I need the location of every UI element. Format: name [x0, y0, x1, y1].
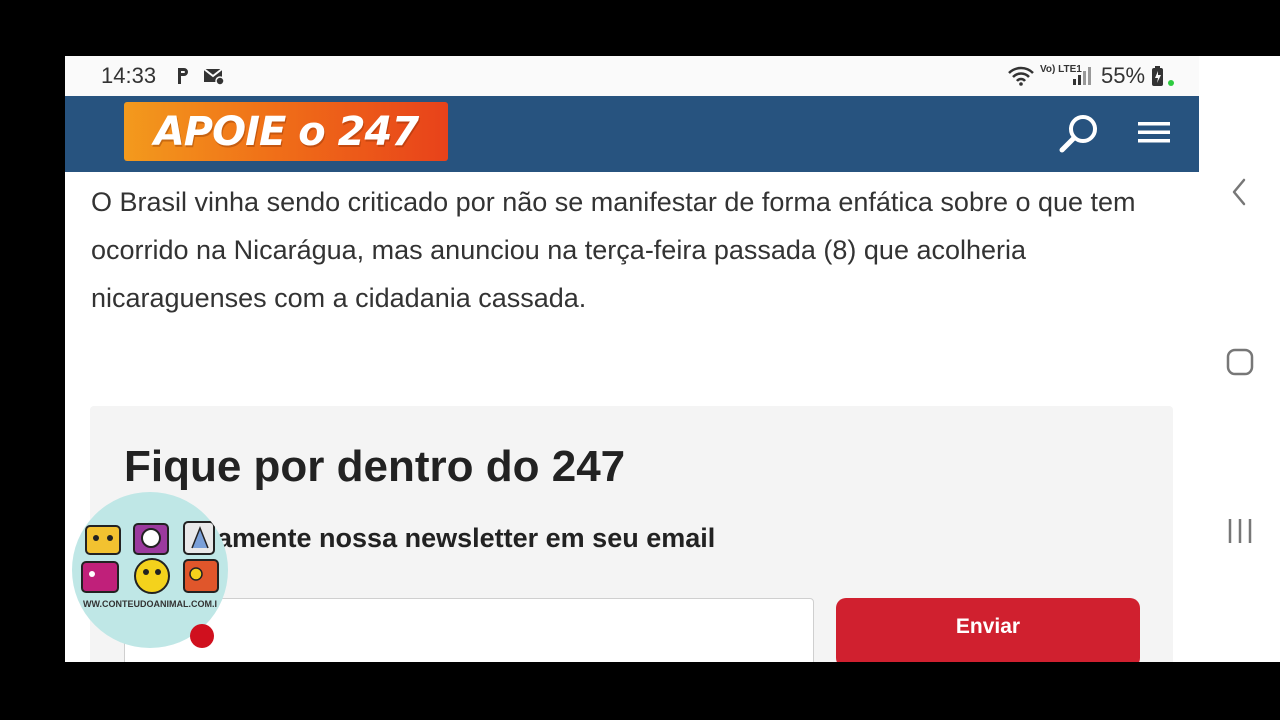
- newsletter-panel: Fique por dentro do 247 diariamente noss…: [90, 406, 1173, 662]
- support-banner-label: APOIE o 247: [153, 108, 419, 155]
- battery-charging-icon: [1150, 65, 1174, 86]
- recents-bars-icon: [1228, 519, 1252, 543]
- newsletter-title: Fique por dentro do 247: [124, 442, 626, 491]
- channel-logo-text: WW.CONTEUDOANIMAL.COM.I: [83, 599, 217, 609]
- back-button[interactable]: [1220, 172, 1260, 212]
- search-button[interactable]: [1057, 112, 1101, 156]
- parking-notification-icon: [175, 66, 191, 86]
- article-paragraph: O Brasil vinha sendo criticado por não s…: [91, 187, 1136, 313]
- site-header: APOIE o 247: [65, 96, 1199, 172]
- recording-dot-icon: [190, 624, 214, 648]
- newsletter-subtitle: diariamente nossa newsletter em seu emai…: [160, 523, 716, 553]
- status-bar: 14:33 Vo) LTE1 55%: [65, 56, 1199, 96]
- signal-icon: [1072, 66, 1092, 86]
- mail-sync-icon: [203, 66, 225, 86]
- status-time: 14:33: [101, 63, 157, 88]
- wifi-icon: [1007, 66, 1035, 86]
- search-icon: [1059, 115, 1097, 153]
- recents-button[interactable]: [1220, 511, 1260, 551]
- phone-screen: 14:33 Vo) LTE1 55% APOIE o 247 O Brasil …: [65, 56, 1280, 662]
- home-button[interactable]: [1220, 342, 1260, 382]
- send-button[interactable]: Enviar: [836, 598, 1140, 662]
- chevron-left-icon: [1232, 178, 1246, 206]
- battery-percent: 55%: [1101, 63, 1146, 88]
- hamburger-menu-icon: [1138, 122, 1170, 143]
- support-banner-button[interactable]: APOIE o 247: [124, 102, 448, 161]
- rounded-square-home-icon: [1226, 348, 1254, 376]
- system-nav-bar: [1199, 96, 1280, 662]
- menu-button[interactable]: [1132, 112, 1176, 156]
